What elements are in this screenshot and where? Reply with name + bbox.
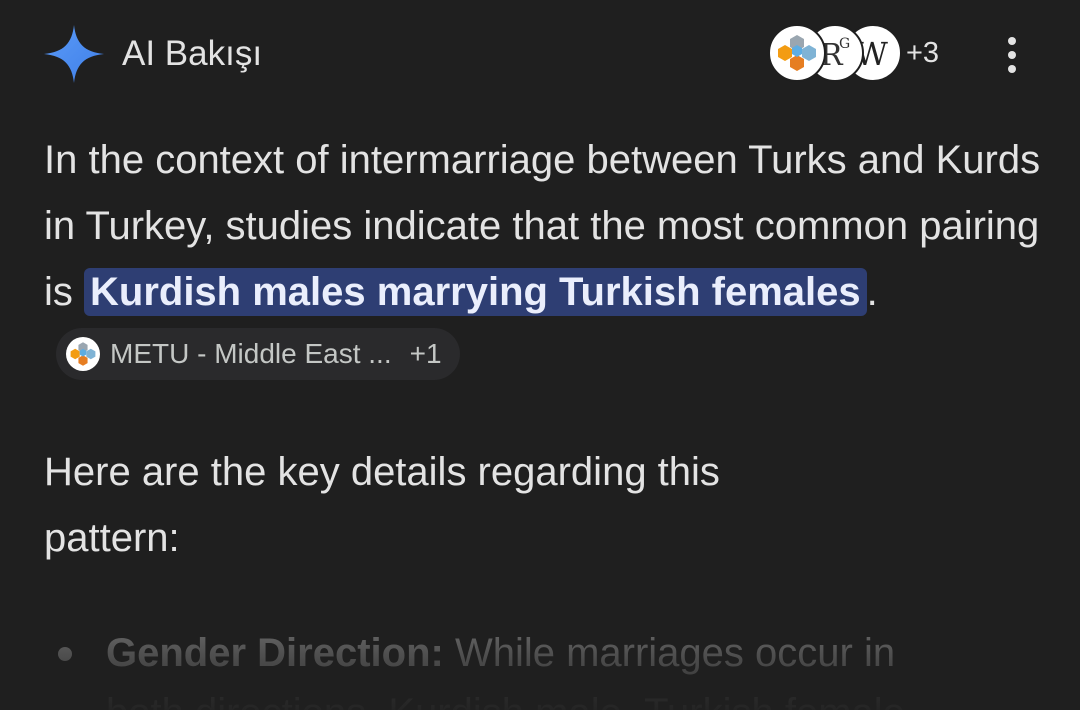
bullet-continuation: both directions, Kurdish male–Turkish fe… bbox=[106, 683, 1044, 710]
ai-overview-content: In the context of intermarriage between … bbox=[44, 127, 1044, 710]
intro-paragraph: In the context of intermarriage between … bbox=[44, 127, 1044, 391]
citation-chip[interactable]: METU - Middle East ... +1 bbox=[56, 328, 460, 381]
more-vertical-icon[interactable] bbox=[990, 30, 1034, 80]
intro-period: . bbox=[866, 270, 878, 314]
metu-hexagon-logo-icon bbox=[66, 337, 100, 372]
bullet-dot bbox=[58, 647, 72, 661]
ai-overview-title: AI Bakışı bbox=[122, 34, 263, 73]
highlighted-answer: Kurdish males marrying Turkish females bbox=[84, 268, 867, 316]
svg-text:G: G bbox=[839, 36, 850, 52]
ai-overview-header: AI Bakışı R G W +3 bbox=[0, 0, 1080, 108]
citation-extra-count: +1 bbox=[409, 338, 442, 370]
gemini-sparkle-icon bbox=[44, 25, 104, 83]
citation-label: METU - Middle East ... bbox=[110, 338, 392, 370]
bullet-title: Gender Direction: bbox=[106, 631, 444, 675]
details-intro-paragraph: Here are the key details regarding this … bbox=[44, 450, 720, 560]
metu-hexagon-logo-icon[interactable] bbox=[768, 24, 826, 82]
details-list: Gender Direction: While marriages occur … bbox=[44, 623, 1044, 710]
list-item: Gender Direction: While marriages occur … bbox=[44, 623, 1044, 710]
ai-overview-panel: AI Bakışı R G W +3 In the context of int… bbox=[0, 0, 1080, 710]
more-sources-count[interactable]: +3 bbox=[906, 36, 939, 70]
source-avatars[interactable]: R G W +3 bbox=[768, 24, 948, 82]
bullet-text: While marriages occur in bbox=[443, 631, 896, 675]
